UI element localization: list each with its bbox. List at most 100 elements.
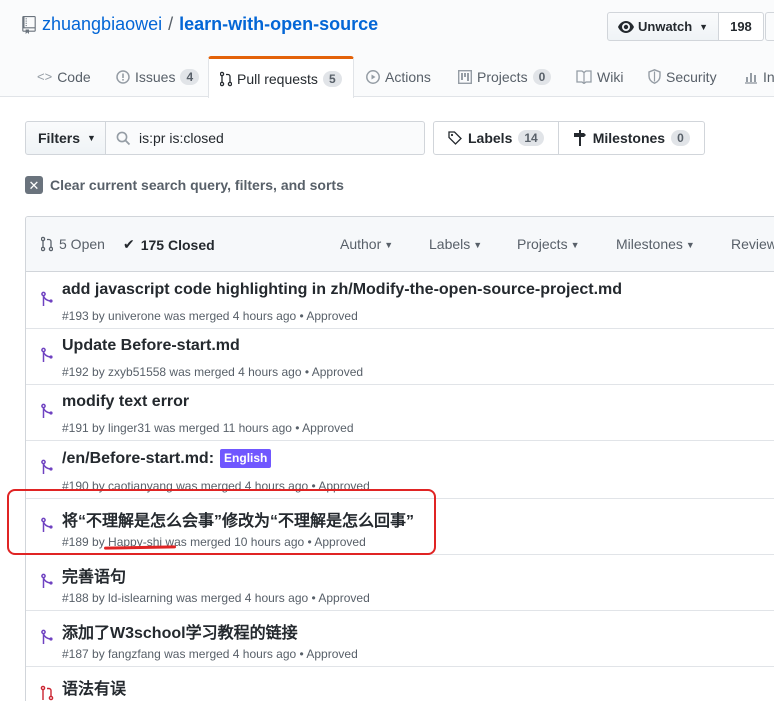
tab-insights[interactable]: In — [744, 56, 774, 97]
milestones-button[interactable]: Milestones 0 — [558, 121, 705, 155]
pull-request-icon — [220, 71, 232, 86]
highlight-annotation-box — [7, 489, 436, 555]
list-item[interactable]: 语法有误 — [26, 667, 774, 701]
projects-filter-label: Projects — [517, 236, 568, 252]
milestones-label: Milestones — [592, 130, 666, 146]
pr-author-link[interactable]: ld-islearning — [108, 591, 173, 605]
book-icon — [576, 69, 592, 84]
unwatch-button[interactable]: Unwatch ▼ — [607, 12, 720, 41]
list-item[interactable]: 添加了W3school学习教程的链接 #187 by fangzfang was… — [26, 611, 774, 667]
merged-icon — [41, 573, 53, 588]
filter-bar: Filters ▼ is:pr is:closed — [25, 121, 425, 155]
pr-title-link[interactable]: /en/Before-start.md: English — [62, 449, 272, 468]
chevron-down-icon: ▼ — [685, 240, 695, 250]
tag-icon — [448, 131, 462, 145]
author-filter-label: Author — [340, 236, 382, 252]
author-filter[interactable]: Author ▼ — [340, 236, 393, 252]
repo-icon — [22, 15, 36, 34]
watch-group: Unwatch ▼ 198 — [607, 12, 764, 41]
clear-filters-link[interactable]: ✕ Clear current search query, filters, a… — [25, 176, 344, 194]
list-item[interactable]: 完善语句 #188 by ld-islearning was merged 4 … — [26, 555, 774, 611]
tab-security[interactable]: Security — [648, 56, 717, 97]
list-header: 5 Open ✔ 175 Closed Author ▼ Labels ▼ Proj… — [26, 217, 774, 272]
closed-count: 175 Closed — [140, 236, 215, 253]
tab-issues[interactable]: Issues 4 — [116, 56, 200, 97]
tab-actions[interactable]: Actions — [366, 56, 431, 97]
reviews-filter[interactable]: Reviews — [731, 236, 774, 252]
closed-pull-request-icon — [40, 685, 54, 701]
repo-owner-link[interactable]: zhuangbiaowei — [42, 14, 162, 35]
filters-label: Filters — [38, 130, 81, 146]
pr-author-link[interactable]: univerone — [108, 309, 161, 323]
tab-wiki[interactable]: Wiki — [576, 56, 623, 97]
merged-icon — [41, 347, 53, 362]
milestones-counter: 0 — [671, 130, 690, 146]
list-item[interactable]: add javascript code highlighting in zh/M… — [26, 273, 774, 329]
tab-label: In — [763, 68, 774, 85]
pr-author-link[interactable]: zxyb51558 — [108, 365, 166, 379]
pr-status-text: was merged 11 hours ago • Approved — [150, 421, 354, 435]
clear-filters-text: Clear current search query, filters, and… — [50, 177, 344, 193]
chevron-down-icon: ▼ — [570, 240, 580, 250]
tab-label: Projects — [477, 68, 528, 85]
labels-milestones-group: Labels 14 Milestones 0 — [433, 121, 705, 155]
merged-icon — [41, 403, 53, 418]
chevron-down-icon: ▼ — [699, 21, 709, 32]
pr-meta: #192 by zxyb51558 was merged 4 hours ago… — [62, 365, 363, 379]
pr-status-text: was merged 4 hours ago • Approved — [160, 647, 358, 661]
pr-number: #193 by — [62, 309, 109, 323]
pr-title-link[interactable]: 语法有误 — [62, 675, 126, 699]
chevron-down-icon: ▼ — [384, 240, 394, 250]
pr-author-link[interactable]: linger31 — [108, 421, 151, 435]
pr-title-text: modify text error — [62, 393, 190, 410]
play-icon — [366, 69, 380, 84]
labels-filter-label: Labels — [429, 236, 471, 252]
pr-title-text: /en/Before-start.md: — [62, 449, 215, 467]
list-item[interactable]: Update Before-start.md #192 by zxyb51558… — [26, 329, 774, 385]
pr-title-link[interactable]: Update Before-start.md — [62, 337, 240, 355]
pr-meta: #191 by linger31 was merged 11 hours ago… — [62, 421, 354, 435]
chevron-down-icon: ▼ — [473, 240, 483, 250]
pr-title-text: 完善语句 — [62, 569, 127, 586]
labels-button[interactable]: Labels 14 — [433, 121, 559, 155]
projects-counter: 0 — [532, 68, 552, 85]
watch-count[interactable]: 198 — [719, 12, 764, 41]
pr-title-text: 添加了W3school学习教程的链接 — [62, 625, 298, 642]
pr-title-link[interactable]: 添加了W3school学习教程的链接 — [62, 619, 298, 643]
repo-name-link[interactable]: learn-with-open-source — [179, 14, 378, 35]
repo-separator: / — [168, 14, 174, 34]
tab-label: Wiki — [597, 68, 624, 85]
pull-requests-counter: 5 — [322, 70, 342, 87]
open-filter[interactable]: 5 Open — [41, 236, 105, 252]
pr-number: #192 by — [62, 365, 109, 379]
projects-filter[interactable]: Projects ▼ — [517, 236, 580, 252]
pr-number: #187 by — [62, 647, 109, 661]
labels-filter[interactable]: Labels ▼ — [429, 236, 482, 252]
search-icon — [116, 131, 131, 145]
labels-label: Labels — [468, 130, 513, 146]
pr-author-link[interactable]: fangzfang — [108, 647, 161, 661]
filters-dropdown-button[interactable]: Filters ▼ — [25, 121, 106, 155]
pr-title-link[interactable]: 完善语句 — [62, 563, 126, 587]
closed-filter[interactable]: ✔ 175 Closed — [123, 236, 215, 253]
star-button[interactable] — [765, 12, 774, 41]
graph-icon — [745, 72, 757, 84]
pr-status-text: was merged 4 hours ago • Approved — [166, 365, 364, 379]
list-item[interactable]: modify text error #191 by linger31 was m… — [26, 385, 774, 441]
tab-pull-requests[interactable]: Pull requests 5 — [208, 56, 354, 98]
pr-title-link[interactable]: add javascript code highlighting in zh/M… — [62, 281, 622, 299]
check-icon: ✔ — [123, 236, 135, 252]
repo-header: zhuangbiaowei / learn-with-open-source U… — [0, 0, 774, 98]
repo-tabs: <> Code Issues 4 Pull requests 5 Actions… — [0, 56, 774, 98]
tab-code[interactable]: <> Code — [37, 56, 91, 97]
label-badge[interactable]: English — [220, 449, 272, 468]
milestones-filter[interactable]: Milestones ▼ — [616, 236, 695, 252]
pull-request-icon — [41, 236, 53, 252]
pr-title-link[interactable]: modify text error — [62, 393, 189, 411]
merged-icon — [41, 291, 53, 306]
pr-title-text: 语法有误 — [62, 681, 127, 698]
labels-counter: 14 — [518, 130, 544, 146]
milestone-icon — [573, 130, 586, 146]
tab-projects[interactable]: Projects 0 — [458, 56, 552, 97]
search-input[interactable]: is:pr is:closed — [106, 121, 425, 155]
